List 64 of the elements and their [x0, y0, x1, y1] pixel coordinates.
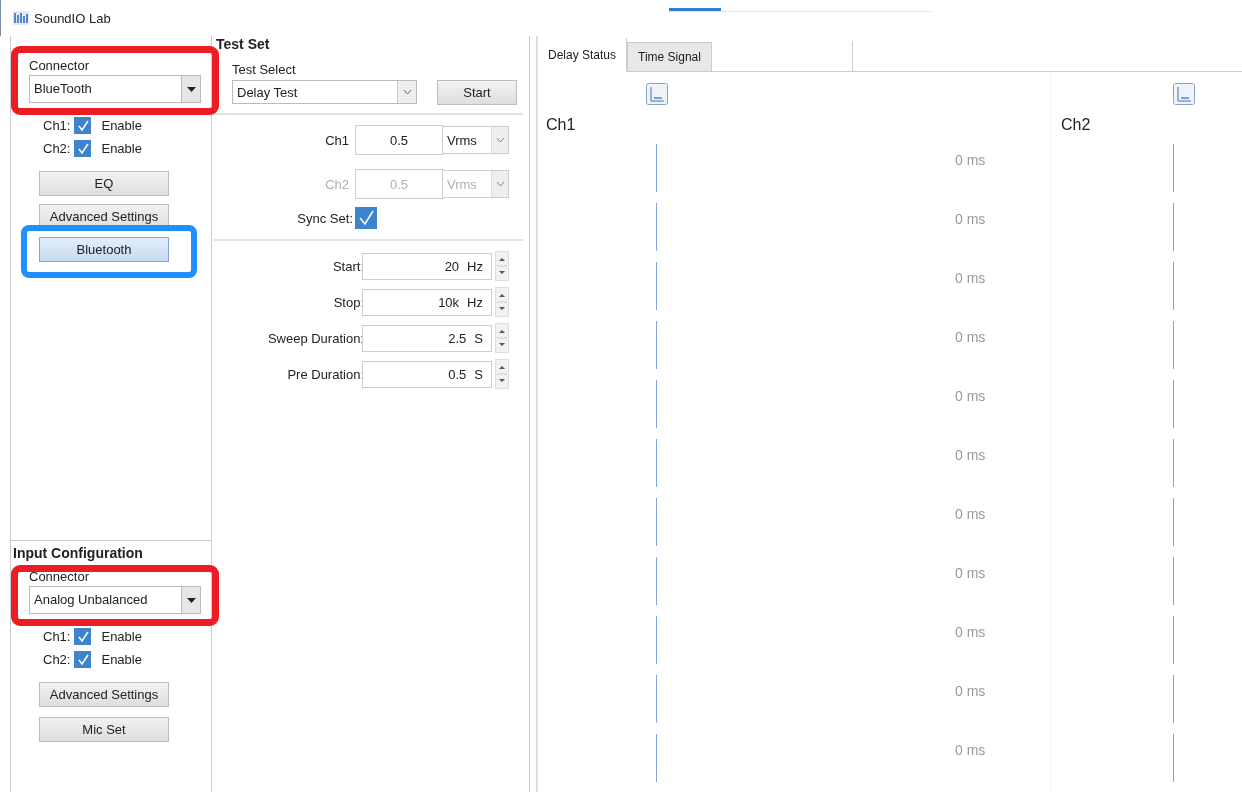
delay-reading: 0 ms	[955, 506, 986, 522]
section-title: Input Configuration	[12, 545, 144, 561]
tab[interactable]: Time Signal	[627, 42, 712, 72]
level-label: Ch1	[325, 132, 349, 148]
level-label: Ch2	[325, 176, 349, 192]
spinner-icon[interactable]	[495, 251, 509, 281]
spinner-icon[interactable]	[495, 323, 509, 353]
delay-reading: 0 ms	[955, 447, 986, 463]
connector-dropdown[interactable]: BlueTooth	[29, 75, 201, 103]
delay-reading: 0 ms	[955, 211, 986, 227]
start-button[interactable]: Start	[437, 80, 517, 105]
enable-checkbox[interactable]	[74, 117, 92, 134]
test-select-label: Test Select	[232, 62, 296, 77]
enable-label: Enable	[101, 652, 142, 667]
window-title: SoundIO Lab	[34, 10, 111, 26]
connector-label: Connector	[29, 569, 89, 584]
delay-reading: 0 ms	[955, 624, 986, 640]
enable-checkbox[interactable]	[74, 628, 92, 645]
settings-button[interactable]: EQ	[39, 171, 169, 196]
unit-dropdown[interactable]: Vrms	[443, 126, 509, 154]
delay-reading: 0 ms	[955, 742, 986, 758]
sync-checkbox[interactable]	[355, 207, 377, 229]
parameter-label: Pre Duration:	[287, 366, 364, 382]
channel-title: Ch2	[1060, 116, 1092, 134]
chevron-icon	[491, 127, 508, 153]
delay-reading: 0 ms	[955, 329, 986, 345]
connector-label: Connector	[29, 58, 89, 73]
spinner-icon[interactable]	[495, 359, 509, 389]
enable-label: Enable	[101, 118, 142, 133]
channel-label: Ch2:	[43, 652, 71, 667]
settings-button[interactable]: Advanced Settings	[39, 682, 169, 707]
settings-button[interactable]: Mic Set	[39, 717, 169, 742]
delay-reading: 0 ms	[955, 152, 986, 168]
parameter-field[interactable]: 10k Hz	[362, 288, 492, 316]
parameter-label: Start:	[332, 258, 364, 274]
parameter-field[interactable]: 2.5 S	[362, 324, 492, 352]
app-logo-icon	[12, 10, 30, 26]
chevron-icon	[491, 171, 508, 197]
delay-reading: 0 ms	[955, 388, 986, 404]
test-select-dropdown[interactable]: Delay Test	[232, 80, 417, 104]
delay-reading: 0 ms	[955, 270, 986, 286]
enable-label: Enable	[101, 629, 142, 644]
level-field[interactable]: 0.5	[355, 125, 443, 155]
parameter-label: Stop:	[333, 294, 364, 310]
settings-button[interactable]: Bluetooth	[39, 237, 169, 262]
channel-title: Ch1	[545, 116, 577, 134]
section-title: Test Set	[215, 36, 271, 52]
delay-reading: 0 ms	[955, 683, 986, 699]
parameter-label: Sweep Duration:	[267, 330, 364, 346]
chevron-icon	[397, 81, 416, 103]
connector-dropdown[interactable]: Analog Unbalanced	[29, 586, 201, 614]
sync-label: Sync Set:	[297, 210, 353, 226]
chart-icon[interactable]	[1173, 83, 1195, 105]
enable-label: Enable	[101, 141, 142, 156]
parameter-field[interactable]: 20 Hz	[362, 252, 492, 280]
enable-checkbox[interactable]	[74, 651, 92, 668]
spinner-icon[interactable]	[495, 287, 509, 317]
channel-label: Ch1:	[43, 629, 71, 644]
chart-icon[interactable]	[646, 83, 668, 105]
channel-label: Ch1:	[43, 118, 71, 133]
parameter-field[interactable]: 0.5 S	[362, 360, 492, 388]
channel-label: Ch2:	[43, 141, 71, 156]
delay-reading: 0 ms	[955, 565, 986, 581]
enable-checkbox[interactable]	[74, 140, 92, 157]
